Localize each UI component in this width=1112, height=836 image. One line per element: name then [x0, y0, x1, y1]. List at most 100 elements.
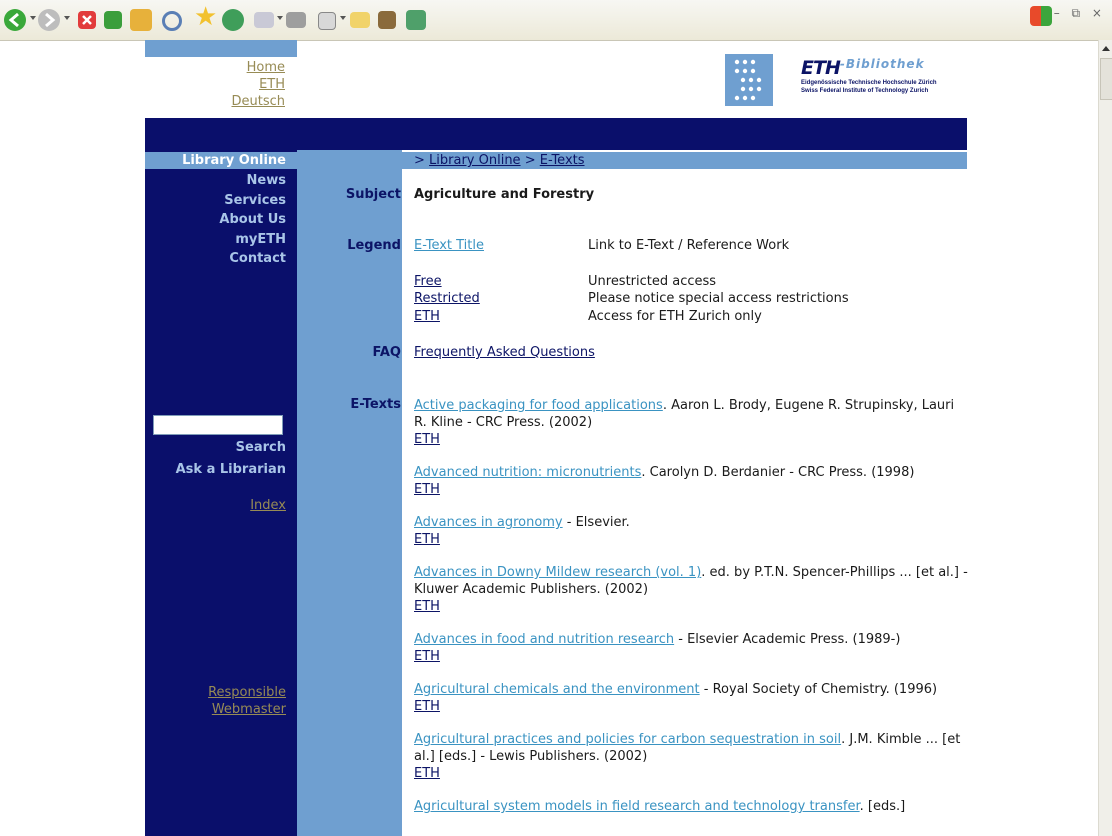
browser-toolbar: ★ – ⧉ ×	[0, 0, 1112, 41]
stop-icon[interactable]	[78, 11, 96, 29]
favorites-icon[interactable]: ★	[194, 4, 217, 30]
messenger-icon[interactable]	[406, 10, 426, 30]
webmaster-label[interactable]: Webmaster	[208, 701, 286, 718]
legend-restricted-desc: Please notice special access restriction…	[588, 291, 849, 306]
etext-details: - Royal Society of Chemistry. (1996)	[699, 682, 938, 697]
logo-eth: ETH	[801, 57, 841, 79]
faq-label: FAQ	[372, 345, 401, 360]
list-item: Advances in Downy Mildew research (vol. …	[414, 564, 969, 615]
scroll-up-arrow-icon[interactable]	[1102, 46, 1110, 51]
scroll-thumb[interactable]	[1100, 58, 1112, 100]
back-dropdown-icon[interactable]	[30, 16, 36, 20]
legend-free-desc: Unrestricted access	[588, 274, 717, 289]
responsible-webmaster-link[interactable]: Responsible Webmaster	[208, 684, 286, 718]
etext-details: . Carolyn D. Berdanier - CRC Press. (199…	[641, 465, 915, 480]
list-item: Agricultural chemicals and the environme…	[414, 681, 969, 715]
search-input[interactable]	[153, 415, 283, 435]
etext-access-link[interactable]: ETH	[414, 432, 440, 447]
etext-title-link[interactable]: Agricultural system models in field rese…	[414, 799, 860, 814]
legend-free[interactable]: Free	[414, 274, 442, 289]
logo-line1: Eidgenössische Technische Hochschule Zür…	[801, 80, 937, 86]
eth-logo-mark-icon	[725, 54, 773, 106]
sidebar-item-contact[interactable]: Contact	[145, 249, 286, 269]
index-link[interactable]: Index	[250, 498, 286, 513]
etext-access-link[interactable]: ETH	[414, 532, 440, 547]
responsible-label[interactable]: Responsible	[208, 684, 286, 701]
top-strip	[145, 40, 297, 57]
page: Home ETH Deutsch ETH-Bibliothek Eidgenös…	[145, 40, 969, 836]
legend-restricted[interactable]: Restricted	[414, 291, 480, 306]
subject-label: Subject	[345, 187, 401, 202]
deutsch-link[interactable]: Deutsch	[145, 93, 285, 110]
etext-title-link[interactable]: Advances in food and nutrition research	[414, 632, 674, 647]
legend-eth[interactable]: ETH	[414, 309, 440, 324]
etext-title-link[interactable]: Agricultural practices and policies for …	[414, 732, 841, 747]
refresh-icon[interactable]	[104, 11, 122, 29]
etext-access-link[interactable]: ETH	[414, 599, 440, 614]
sidebar-item-about-us[interactable]: About Us	[145, 210, 286, 230]
list-item: Agricultural practices and policies for …	[414, 731, 969, 782]
subject-value: Agriculture and Forestry	[414, 187, 595, 202]
legend-label: Legend	[347, 238, 401, 253]
forward-icon[interactable]	[38, 9, 60, 31]
etext-title-link[interactable]: Active packaging for food applications	[414, 398, 663, 413]
etext-access-link[interactable]: ETH	[414, 699, 440, 714]
etext-title-link[interactable]: Advanced nutrition: micronutrients	[414, 465, 641, 480]
etext-details: - Elsevier.	[562, 515, 630, 530]
logo-line2: Swiss Federal Institute of Technology Zu…	[801, 88, 929, 94]
legend-etext-title[interactable]: E-Text Title	[414, 238, 484, 253]
research-icon[interactable]	[378, 11, 396, 29]
etext-title-link[interactable]: Agricultural chemicals and the environme…	[414, 682, 700, 697]
etext-access-link[interactable]: ETH	[414, 766, 440, 781]
folder-icon[interactable]	[350, 12, 370, 28]
sidebar-head-label[interactable]: Library Online	[182, 153, 286, 168]
legend-eth-desc: Access for ETH Zurich only	[588, 309, 762, 324]
list-item: Active packaging for food applications. …	[414, 397, 969, 448]
back-icon[interactable]	[4, 9, 26, 31]
etext-access-link[interactable]: ETH	[414, 649, 440, 664]
mail-icon[interactable]	[254, 12, 274, 28]
eth-bibliothek-logo[interactable]: ETH-Bibliothek Eidgenössische Technische…	[725, 54, 967, 106]
edit-icon[interactable]	[318, 12, 336, 30]
vertical-scrollbar[interactable]	[1098, 40, 1112, 836]
etext-details: . [eds.]	[859, 799, 906, 814]
sidebar-item-news[interactable]: News	[145, 171, 286, 191]
faq-link[interactable]: Frequently Asked Questions	[414, 345, 595, 360]
home-link[interactable]: Home	[145, 59, 285, 76]
windows-logo-icon	[1030, 6, 1052, 26]
breadcrumb-library-online[interactable]: Library Online	[429, 153, 521, 168]
edit-dropdown-icon[interactable]	[340, 16, 346, 20]
mail-dropdown-icon[interactable]	[277, 16, 283, 20]
etext-access-link[interactable]: ETH	[414, 482, 440, 497]
forward-dropdown-icon[interactable]	[64, 16, 70, 20]
breadcrumb-sep: >	[414, 153, 430, 168]
list-item: Agricultural system models in field rese…	[414, 798, 969, 815]
home-icon[interactable]	[130, 9, 152, 31]
breadcrumb-etexts[interactable]: E-Texts	[540, 153, 585, 168]
history-icon[interactable]	[222, 9, 244, 31]
list-item: Advances in food and nutrition research …	[414, 631, 969, 665]
top-links: Home ETH Deutsch	[145, 59, 285, 110]
breadcrumb: > Library Online > E-Texts	[402, 152, 967, 169]
sidebar-item-myeth[interactable]: myETH	[145, 230, 286, 250]
list-item: Advanced nutrition: micronutrients. Caro…	[414, 464, 969, 498]
breadcrumb-sep: >	[520, 153, 540, 168]
etexts-list: Active packaging for food applications . …	[414, 397, 969, 831]
logo-bibliothek: -Bibliothek	[839, 57, 925, 71]
search-button[interactable]: Search	[236, 440, 286, 455]
list-item: Advances in agronomy - Elsevier. ETH	[414, 514, 969, 548]
sidebar-item-services[interactable]: Services	[145, 191, 286, 211]
sidebar-head: Library Online	[145, 152, 297, 169]
etext-title-link[interactable]: Advances in Downy Mildew research (vol. …	[414, 565, 701, 580]
etext-title-link[interactable]: Advances in agronomy	[414, 515, 563, 530]
window-controls[interactable]: – ⧉ ×	[1054, 6, 1106, 21]
etexts-label: E-Texts	[350, 397, 401, 412]
search-icon[interactable]	[162, 11, 182, 31]
etext-details: - Elsevier Academic Press. (1989-)	[674, 632, 901, 647]
header-bar	[145, 118, 967, 150]
ask-librarian-link[interactable]: Ask a Librarian	[176, 462, 286, 477]
print-icon[interactable]	[286, 12, 306, 28]
legend-etext-desc: Link to E-Text / Reference Work	[588, 238, 790, 253]
sidebar-nav: News Services About Us myETH Contact	[145, 171, 286, 269]
eth-link[interactable]: ETH	[145, 76, 285, 93]
